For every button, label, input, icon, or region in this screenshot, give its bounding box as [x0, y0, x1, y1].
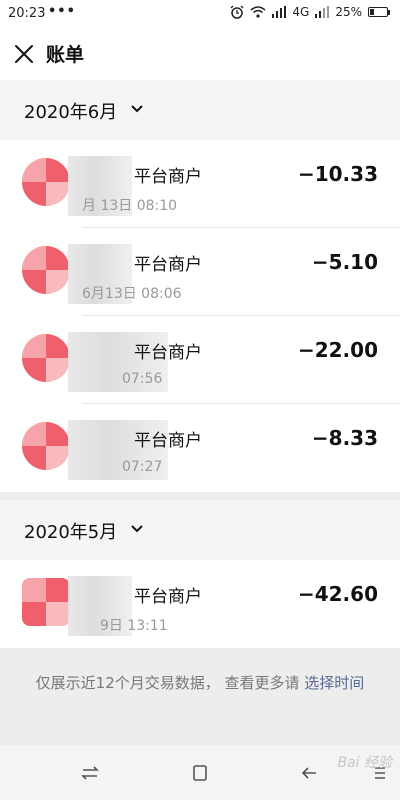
watermark: Bai 经验 [337, 755, 392, 771]
alarm-icon [230, 5, 244, 19]
back-icon[interactable] [300, 763, 320, 783]
chevron-down-icon [131, 525, 143, 533]
footer-text: 仅展示近12个月交易数据， 查看更多请 [35, 674, 305, 692]
switch-apps-icon[interactable] [80, 763, 100, 783]
transaction-row[interactable]: 平台商户 9日 13:11 −42.60 [0, 560, 400, 648]
merchant-name: 平台商户 [134, 167, 202, 187]
select-time-link[interactable]: 选择时间 [304, 674, 364, 692]
status-time: 20:23 [8, 6, 46, 21]
signal-icon [272, 6, 287, 18]
transaction-time: 6月13日 08:06 [82, 286, 182, 302]
transaction-time: 07:27 [122, 459, 163, 475]
merchant-avatar [22, 158, 70, 206]
transaction-time: 07:56 [122, 371, 163, 387]
app-bar: 账单 [0, 28, 400, 80]
transaction-time: 9日 13:11 [100, 618, 168, 634]
merchant-avatar [22, 334, 70, 382]
merchant-name: 平台商户 [134, 431, 202, 451]
month-selector-june[interactable]: 2020年6月 [0, 80, 400, 140]
status-icons: 4G 25% [230, 5, 390, 19]
battery-icon [368, 7, 390, 17]
signal-icon-2 [315, 6, 330, 18]
transaction-amount: −10.33 [297, 162, 378, 186]
home-icon[interactable] [190, 763, 210, 783]
transaction-row[interactable]: 平台商户 07:27 −8.33 [0, 404, 400, 492]
transaction-row[interactable]: 平台商户 6月13日 08:06 −5.10 [0, 228, 400, 316]
battery-percent: 25% [335, 5, 362, 19]
transaction-row[interactable]: 平台商户 月 13日 08:10 −10.33 [0, 140, 400, 228]
month-selector-may[interactable]: 2020年5月 [0, 500, 400, 560]
close-icon[interactable] [12, 42, 36, 66]
transaction-amount: −22.00 [297, 338, 378, 362]
month-label: 2020年5月 [24, 522, 118, 543]
status-dots: ••• [48, 4, 76, 19]
transaction-amount: −8.33 [311, 426, 378, 450]
transaction-amount: −42.60 [297, 582, 378, 606]
merchant-avatar [22, 422, 70, 470]
page-title: 账单 [46, 44, 85, 66]
merchant-name: 平台商户 [134, 343, 202, 363]
transaction-time: 月 13日 08:10 [82, 198, 178, 214]
transaction-row[interactable]: 平台商户 07:56 −22.00 [0, 316, 400, 404]
status-bar: 20:23 ••• 4G 25% [0, 0, 400, 28]
transaction-amount: −5.10 [311, 250, 378, 274]
merchant-avatar [22, 246, 70, 294]
footer-note: 仅展示近12个月交易数据， 查看更多请 选择时间 [0, 672, 400, 693]
network-type: 4G [292, 5, 310, 19]
chevron-down-icon [131, 105, 143, 113]
month-label: 2020年6月 [24, 102, 118, 123]
wifi-icon [250, 6, 266, 18]
merchant-name: 平台商户 [134, 587, 202, 607]
merchant-avatar [22, 578, 70, 626]
merchant-name: 平台商户 [134, 255, 202, 275]
